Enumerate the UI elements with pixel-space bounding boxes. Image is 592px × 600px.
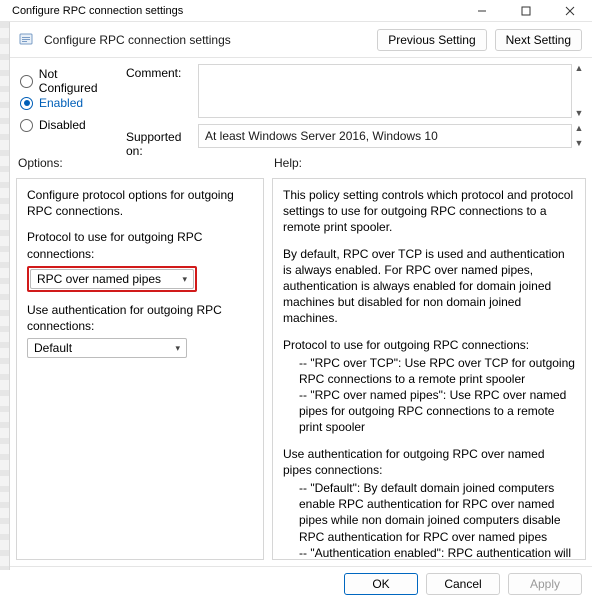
comment-scroll[interactable]: ▲ ▼ (572, 64, 586, 118)
state-area: Not Configured Enabled Disabled Comment:… (10, 58, 592, 152)
options-intro: Configure protocol options for outgoing … (27, 187, 253, 219)
radio-icon (20, 75, 33, 88)
supported-value: At least Windows Server 2016, Windows 10 (198, 124, 572, 148)
chevron-down-icon: ▾ (175, 342, 180, 354)
down-arrow-icon: ▼ (575, 139, 584, 148)
protocol-combobox[interactable]: RPC over named pipes ▾ (30, 269, 194, 289)
dialog-window: Configure RPC connection settings Previo… (10, 22, 592, 600)
apply-button[interactable]: Apply (508, 573, 582, 595)
help-heading: Help: (272, 152, 586, 178)
close-button[interactable] (548, 0, 592, 22)
help-text: This policy setting controls which proto… (283, 187, 575, 236)
radio-not-configured[interactable]: Not Configured (20, 70, 118, 92)
options-column: Options: Configure protocol options for … (16, 152, 264, 560)
dialog-footer: OK Cancel Apply (10, 566, 592, 600)
comment-textarea[interactable] (198, 64, 572, 118)
cancel-button[interactable]: Cancel (426, 573, 500, 595)
radio-enabled[interactable]: Enabled (20, 92, 118, 114)
radio-disabled[interactable]: Disabled (20, 114, 118, 136)
policy-icon (18, 31, 36, 49)
help-text: -- "RPC over TCP": Use RPC over TCP for … (283, 355, 575, 387)
options-panel: Configure protocol options for outgoing … (16, 178, 264, 560)
dialog-title: Configure RPC connection settings (44, 33, 231, 47)
titlebar-controls (460, 0, 592, 22)
supported-scroll[interactable]: ▲ ▼ (572, 124, 586, 148)
auth-combobox[interactable]: Default ▾ (27, 338, 187, 358)
chevron-down-icon: ▾ (182, 273, 187, 285)
radio-label: Not Configured (39, 67, 118, 95)
help-panel: This policy setting controls which proto… (272, 178, 586, 560)
radio-icon (20, 119, 33, 132)
help-text: -- "Default": By default domain joined c… (283, 480, 575, 545)
protocol-value: RPC over named pipes (37, 271, 161, 287)
header-nav: Previous Setting Next Setting (377, 29, 582, 51)
protocol-combo-highlight: RPC over named pipes ▾ (27, 266, 197, 292)
help-text: -- "RPC over named pipes": Use RPC over … (283, 387, 575, 436)
radio-label: Enabled (39, 96, 83, 110)
titlebar-title: Configure RPC connection settings (12, 5, 183, 17)
help-text: By default, RPC over TCP is used and aut… (283, 246, 575, 327)
state-radios: Not Configured Enabled Disabled (20, 64, 118, 148)
radio-icon (20, 97, 33, 110)
next-setting-button[interactable]: Next Setting (495, 29, 582, 51)
auth-value: Default (34, 340, 72, 356)
dialog-header: Configure RPC connection settings Previo… (10, 22, 592, 58)
up-arrow-icon: ▲ (575, 124, 584, 133)
previous-setting-button[interactable]: Previous Setting (377, 29, 486, 51)
maximize-button[interactable] (504, 0, 548, 22)
help-column: Help: This policy setting controls which… (272, 152, 586, 560)
radio-label: Disabled (39, 118, 86, 132)
comment-label: Comment: (126, 64, 198, 80)
protocol-label: Protocol to use for outgoing RPC connect… (27, 229, 253, 261)
auth-combo-wrap: Default ▾ (27, 338, 187, 358)
auth-label: Use authentication for outgoing RPC conn… (27, 302, 253, 334)
kv-area: Comment: ▲ ▼ Supported on: At least Wind… (126, 64, 586, 148)
help-text: Use authentication for outgoing RPC over… (283, 446, 575, 478)
options-heading: Options: (16, 152, 264, 178)
help-text: Protocol to use for outgoing RPC connect… (283, 337, 575, 353)
ok-button[interactable]: OK (344, 573, 418, 595)
up-arrow-icon: ▲ (575, 64, 584, 73)
supported-text: At least Windows Server 2016, Windows 10 (205, 129, 438, 143)
panels: Options: Configure protocol options for … (10, 152, 592, 566)
down-arrow-icon: ▼ (575, 109, 584, 118)
minimize-button[interactable] (460, 0, 504, 22)
help-text: -- "Authentication enabled": RPC authent… (283, 545, 575, 560)
titlebar: Configure RPC connection settings (0, 0, 592, 22)
background-strip (0, 22, 10, 570)
